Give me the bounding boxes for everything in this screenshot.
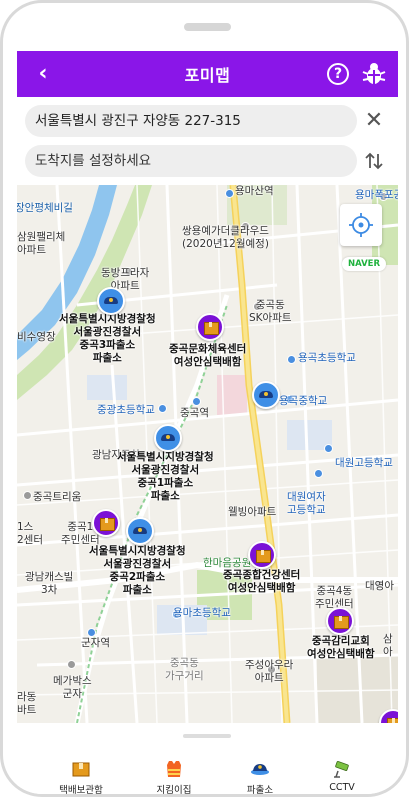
map-label-police3: 서울특별시지방경찰청 서울광진경찰서 중곡3파출소 파출소 — [59, 313, 156, 364]
subway-station-icon — [192, 397, 201, 406]
phone-frame: ‹ 포미맵 ? 서울특별시 광진구 자양동 227-315 ✕ 도착지를 설정하… — [0, 0, 409, 797]
map-label-gwangnam-castle: 광남캐스빌 3차 — [25, 571, 74, 596]
tab-parcel-locker[interactable]: 택배보관함 — [41, 757, 121, 796]
map-label-left-edge: 라동 바트 — [17, 691, 37, 716]
map-view[interactable]: 용마산역 용마폭포공 장안평체비길 삼원팰리체 아파트 쌍용예가더클라우드 (2… — [17, 185, 398, 723]
map-label-daewon-girls: 대원여자 고등학교 — [287, 491, 326, 516]
cctv-camera-icon — [332, 759, 352, 779]
map-label-jusung: 주성아우라 아파트 — [245, 659, 294, 684]
tab-label: 지킴이집 — [156, 785, 192, 796]
map-label-police2: 서울특별시지방경찰청 서울광진경찰서 중곡2파출소 파출소 — [89, 545, 186, 596]
tab-label: 택배보관함 — [59, 785, 103, 796]
map-label-junggok-sk: 중곡동 SK아파트 — [249, 299, 292, 324]
naver-logo: NAVER — [342, 257, 386, 271]
parcel-locker-marker[interactable] — [248, 541, 276, 569]
speaker-slot — [184, 23, 231, 31]
back-button[interactable]: ‹ — [31, 60, 55, 88]
map-label-yongma-elem: 용마초등학교 — [173, 607, 231, 619]
map-label-gunja-station: 군자역 — [81, 637, 110, 649]
map-label-samwon: 삼원팰리체 아파트 — [17, 231, 66, 256]
bottom-sheet: 택배보관함 지킴이집 파출소 CCTV — [17, 723, 398, 796]
police-marker[interactable] — [252, 381, 280, 409]
shopping-icon — [67, 660, 76, 669]
tab-cctv[interactable]: CCTV — [302, 757, 382, 794]
map-label-right-edge: 삼 아 — [383, 633, 393, 658]
map-label-yongma-station: 용마산역 — [235, 185, 274, 197]
map-label-pool: 비수영장 — [17, 331, 56, 343]
subway-station-icon — [225, 189, 234, 198]
page-title: 포미맵 — [184, 66, 231, 85]
swap-icon[interactable] — [363, 147, 385, 175]
tab-guardian-house[interactable]: 지킴이집 — [134, 757, 214, 796]
current-location-button[interactable] — [340, 204, 382, 246]
school-icon — [324, 444, 333, 453]
map-label-daeyeong: 대영아 — [365, 580, 394, 592]
map-label-yonggok-elem: 용곡초등학교 — [298, 352, 356, 364]
school-icon — [314, 469, 323, 478]
crosshair-icon — [349, 213, 373, 237]
parcel-locker-marker[interactable] — [196, 313, 224, 341]
map-label-junggok-triume: 중곡트리움 — [33, 491, 82, 503]
school-icon — [287, 355, 296, 364]
police-marker[interactable] — [154, 424, 182, 452]
bug-report-icon[interactable] — [362, 61, 386, 87]
map-label-megabox: 메가박스 군자 — [53, 675, 92, 700]
tab-label: 파출소 — [246, 785, 274, 796]
parcel-locker-marker[interactable] — [92, 509, 120, 537]
map-label-church: 중곡감리교회 여성안심택배함 — [307, 635, 375, 660]
sheet-handle[interactable] — [183, 734, 231, 738]
map-label-yonggok-mid: 용곡중학교 — [279, 395, 328, 407]
map-label-wellbing: 웰빙아파트 — [228, 506, 277, 518]
clear-icon[interactable]: ✕ — [363, 107, 385, 135]
app-bar: ‹ 포미맵 ? — [17, 51, 398, 97]
tab-police-station[interactable]: 파출소 — [220, 757, 300, 796]
origin-input[interactable]: 서울특별시 광진구 자양동 227-315 — [25, 105, 357, 137]
map-label-yongma-falls: 용마폭포공 — [355, 189, 398, 201]
map-label-junggang-elem: 중광초등학교 — [97, 404, 155, 416]
map-label-police1: 서울특별시지방경찰청 서울광진경찰서 중곡1파출소 파출소 — [117, 451, 214, 502]
subway-station-icon — [87, 628, 96, 637]
map-label-left-center: 1스 2센터 — [17, 521, 44, 546]
destination-input[interactable]: 도착지를 설정하세요 — [25, 145, 357, 177]
school-icon — [158, 404, 167, 413]
tab-label: CCTV — [329, 782, 355, 793]
police-marker[interactable] — [126, 517, 154, 545]
map-label-health-center: 중곡종합건강센터 여성안심택배함 — [223, 569, 301, 594]
map-label-ssangyong: 쌍용예가더클라우드 (2020년12월예정) — [182, 225, 269, 250]
map-label-junggok-station: 중곡역 — [180, 407, 209, 419]
police-cap-icon — [250, 759, 270, 779]
help-icon[interactable]: ? — [327, 63, 349, 85]
parcel-box-icon — [71, 759, 91, 779]
map-label-junggok-street: 중곡동 가구거리 — [165, 657, 204, 682]
police-marker[interactable] — [97, 287, 125, 315]
map-label-daewon-high: 대원고등학교 — [335, 457, 393, 469]
safety-vest-icon — [164, 759, 184, 779]
route-search-panel: 서울특별시 광진구 자양동 227-315 ✕ 도착지를 설정하세요 — [17, 97, 398, 185]
building-icon — [23, 491, 32, 500]
map-label-jangan: 장안평체비길 — [17, 202, 73, 214]
parcel-locker-marker[interactable] — [326, 607, 354, 635]
map-label-culture-center: 중곡문화체육센터 여성안심택배함 — [169, 343, 247, 368]
